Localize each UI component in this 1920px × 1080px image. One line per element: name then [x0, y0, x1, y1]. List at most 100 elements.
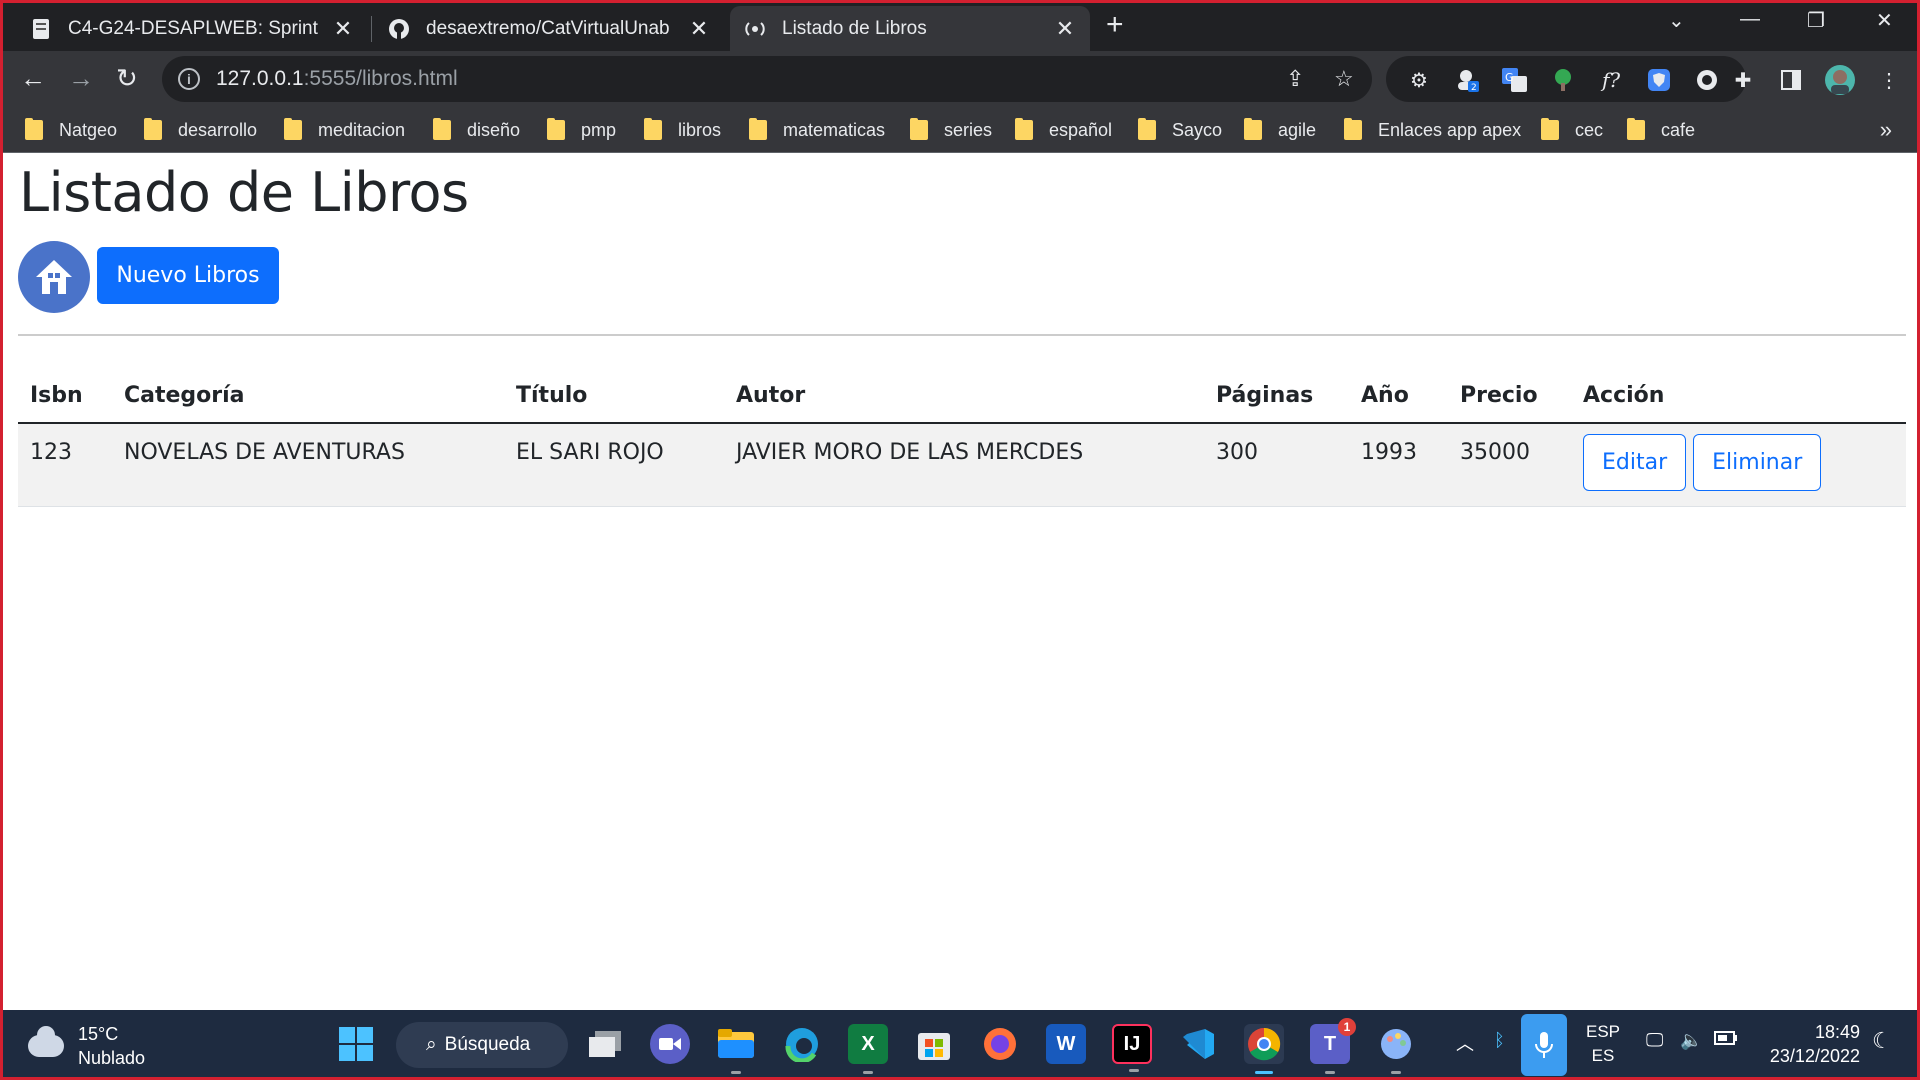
github-icon — [388, 18, 410, 40]
close-tab-icon[interactable]: ✕ — [688, 16, 710, 42]
circle-extension-icon[interactable] — [1694, 67, 1720, 93]
tab-search-chevron-icon[interactable]: ⌄ — [1668, 8, 1685, 33]
restore-icon[interactable]: ❐ — [1807, 8, 1825, 33]
folder-icon — [1138, 118, 1156, 140]
bookmark-matematicas[interactable]: matematicas — [749, 115, 885, 145]
chrome-icon[interactable] — [1244, 1024, 1284, 1074]
new-book-button[interactable]: Nuevo Libros — [97, 247, 279, 304]
tray-chevron-up-icon[interactable]: ︿ — [1456, 1030, 1474, 1056]
menu-kebab-icon[interactable]: ⋮ — [1876, 67, 1902, 93]
bookmark-series[interactable]: series — [910, 115, 992, 145]
store-icon[interactable] — [914, 1024, 954, 1064]
tab-separator — [371, 16, 372, 42]
cell-precio: 35000 — [1448, 423, 1571, 507]
bookmark-star-icon[interactable]: ☆ — [1334, 66, 1354, 92]
bookmark-natgeo[interactable]: Natgeo — [25, 115, 117, 145]
clock-date: 23/12/2022 — [1769, 1046, 1860, 1066]
extensions-area: ⚙ 2 G f? — [1386, 56, 1746, 102]
bookmark-enlaces-app-apex[interactable]: Enlaces app apex — [1344, 115, 1521, 145]
edge-icon[interactable] — [782, 1024, 822, 1064]
volume-icon[interactable]: 🔈 — [1680, 1030, 1702, 1051]
side-panel-icon[interactable] — [1778, 67, 1804, 93]
bookmark-libros[interactable]: libros — [644, 115, 721, 145]
windows-start-icon[interactable] — [336, 1024, 376, 1064]
shield-extension-icon[interactable] — [1646, 67, 1672, 93]
new-tab-plus-icon[interactable]: + — [1106, 10, 1124, 40]
header-isbn: Isbn — [18, 369, 112, 424]
gear-extension-icon[interactable]: ⚙ — [1406, 67, 1432, 93]
battery-icon[interactable] — [1714, 1030, 1738, 1051]
language-indicator[interactable]: ESP ES — [1586, 1020, 1620, 1068]
bookmark-espanol[interactable]: español — [1015, 115, 1112, 145]
tab-title: C4-G24-DESAPLWEB: Sprint 1 - C — [68, 17, 324, 39]
running-indicator — [731, 1071, 741, 1074]
reload-icon[interactable]: ↻ — [116, 63, 138, 93]
file-explorer-icon[interactable] — [716, 1024, 756, 1074]
weather-widget[interactable]: 15°C Nublado — [28, 1022, 145, 1070]
formula-extension-icon[interactable]: f? — [1598, 67, 1624, 93]
running-indicator — [1391, 1071, 1401, 1074]
forward-arrow-icon[interactable]: → — [68, 63, 94, 93]
document-icon — [30, 18, 52, 40]
minimize-icon[interactable]: — — [1740, 8, 1760, 31]
teams-icon[interactable]: T 1 — [1310, 1018, 1356, 1074]
bookmark-cec[interactable]: cec — [1541, 115, 1603, 145]
intellij-icon[interactable]: IJ — [1112, 1024, 1152, 1072]
profile-extension-icon[interactable]: 2 — [1454, 67, 1480, 93]
moon-focus-icon[interactable]: ☾ — [1872, 1028, 1892, 1054]
paint-icon[interactable] — [1376, 1024, 1416, 1074]
bookmark-diseno[interactable]: diseño — [433, 115, 520, 145]
bookmark-sayco[interactable]: Sayco — [1138, 115, 1222, 145]
bookmark-cafe[interactable]: cafe — [1627, 115, 1695, 145]
site-info-icon[interactable]: i — [178, 68, 200, 90]
notification-badge: 1 — [1338, 1018, 1356, 1036]
task-view-icon[interactable] — [585, 1024, 625, 1064]
folder-icon — [644, 118, 662, 140]
address-bar[interactable]: i 127.0.0.1:5555/libros.html ⇪ ☆ — [162, 56, 1372, 102]
cell-anio: 1993 — [1349, 423, 1448, 507]
bookmark-pmp[interactable]: pmp — [547, 115, 616, 145]
tab-libros[interactable]: Listado de Libros ✕ — [730, 6, 1090, 51]
broadcast-icon — [744, 18, 766, 40]
vscode-icon[interactable] — [1178, 1024, 1218, 1064]
avatar[interactable] — [1824, 64, 1856, 96]
teams-chat-icon[interactable] — [650, 1024, 690, 1064]
bookmark-agile[interactable]: agile — [1244, 115, 1316, 145]
network-icon[interactable]: 🖵 — [1646, 1030, 1663, 1051]
tree-extension-icon[interactable] — [1550, 67, 1576, 93]
delete-button[interactable]: Eliminar — [1693, 434, 1822, 491]
table-row: 123 NOVELAS DE AVENTURAS EL SARI ROJO JA… — [18, 423, 1906, 507]
translate-extension-icon[interactable]: G — [1502, 67, 1528, 93]
windows-taskbar: 15°C Nublado ⌕ Búsqueda X W IJ T 1 ︿ ᛒ E… — [0, 1010, 1920, 1080]
close-tab-icon[interactable]: ✕ — [332, 16, 354, 42]
header-categoria: Categoría — [112, 369, 504, 424]
word-icon[interactable]: W — [1046, 1024, 1086, 1064]
running-indicator — [1255, 1071, 1273, 1074]
firefox-icon[interactable] — [980, 1024, 1020, 1064]
back-arrow-icon[interactable]: ← — [20, 63, 46, 93]
cell-categoria: NOVELAS DE AVENTURAS — [112, 423, 504, 507]
bluetooth-icon[interactable]: ᛒ — [1494, 1030, 1505, 1051]
clock[interactable]: 18:49 23/12/2022 — [1770, 1020, 1860, 1068]
taskbar-search[interactable]: ⌕ Búsqueda — [396, 1022, 568, 1068]
tab-github[interactable]: desaextremo/CatVirtualUnab ✕ — [374, 6, 724, 51]
cell-autor: JAVIER MORO DE LAS MERCDES — [724, 423, 1204, 507]
bookmark-desarrollo[interactable]: desarrollo — [144, 115, 257, 145]
weather-temp: 15°C — [78, 1024, 119, 1044]
search-label: Búsqueda — [444, 1034, 531, 1055]
home-icon — [36, 260, 72, 294]
close-window-icon[interactable]: ✕ — [1876, 8, 1893, 33]
home-button[interactable] — [18, 241, 90, 313]
more-bookmarks-chevron-icon[interactable]: » — [1880, 117, 1892, 143]
tab-sprint[interactable]: C4-G24-DESAPLWEB: Sprint 1 - C ✕ — [16, 6, 368, 51]
microphone-button[interactable] — [1521, 1014, 1567, 1076]
share-icon[interactable]: ⇪ — [1286, 66, 1304, 92]
tab-strip: C4-G24-DESAPLWEB: Sprint 1 - C ✕ desaext… — [0, 0, 1920, 51]
svg-text:G: G — [1505, 71, 1514, 84]
folder-icon — [25, 118, 43, 140]
puzzle-extensions-icon[interactable]: ✚ — [1730, 67, 1756, 93]
edit-button[interactable]: Editar — [1583, 434, 1687, 491]
bookmark-meditacion[interactable]: meditacion — [284, 115, 405, 145]
excel-icon[interactable]: X — [848, 1024, 888, 1074]
close-tab-icon[interactable]: ✕ — [1054, 16, 1076, 42]
